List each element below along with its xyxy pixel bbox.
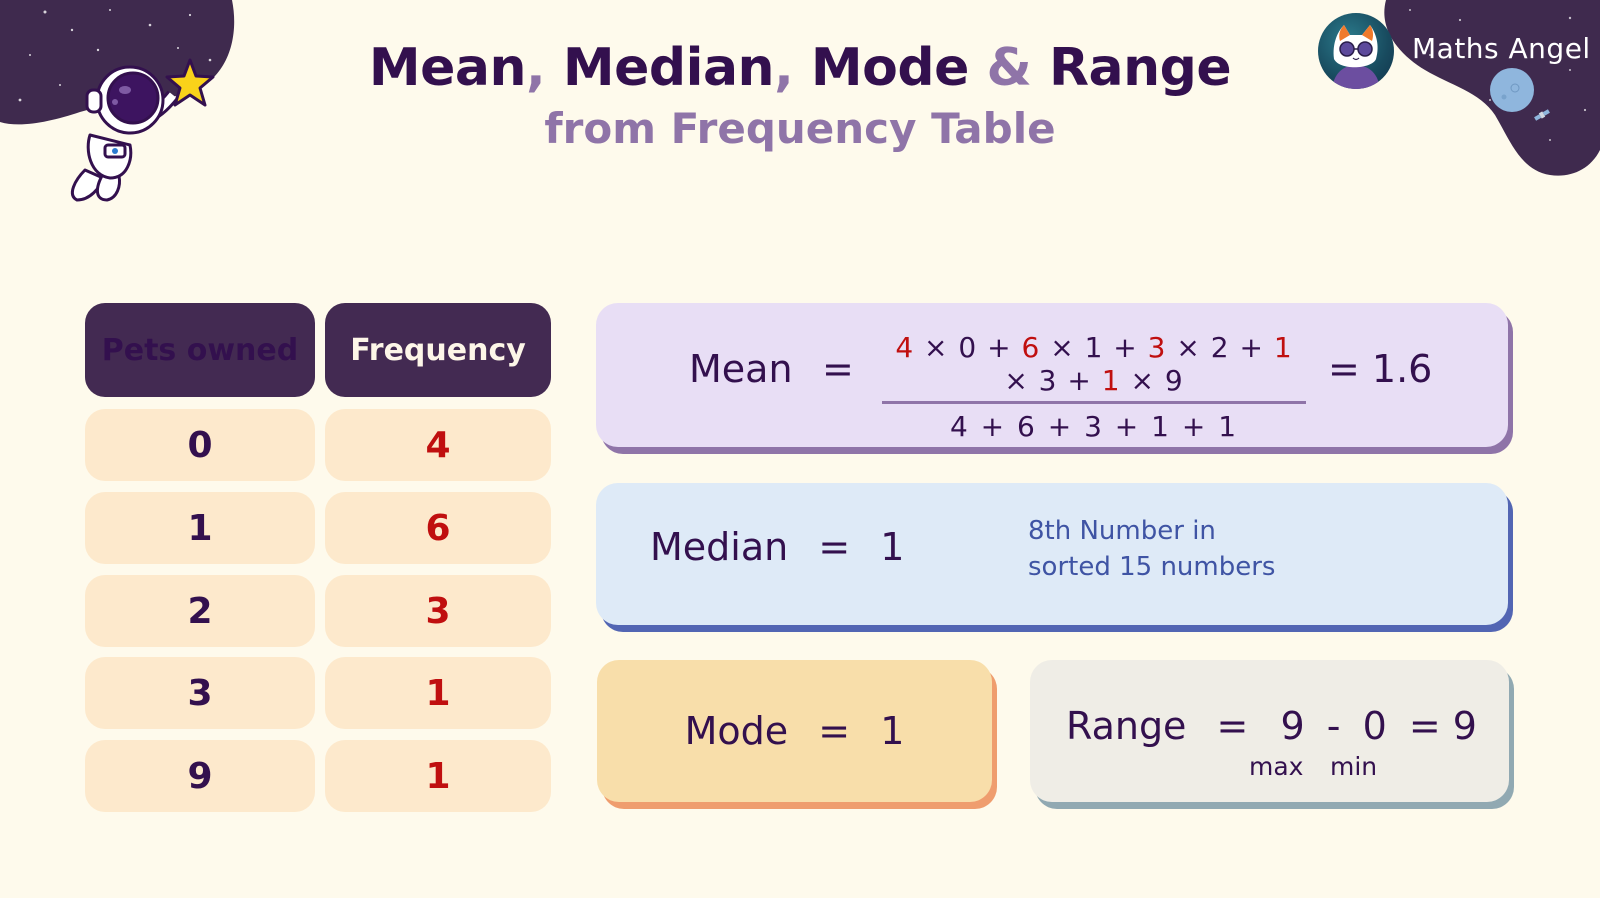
range-label: Range (1066, 704, 1187, 748)
mean-label: Mean (689, 347, 793, 391)
title-word: Mode (810, 38, 969, 98)
numerator-value: × 0 (914, 331, 978, 364)
median-expression: Median = 1 (650, 525, 904, 569)
brand-name: Maths Angel (1412, 32, 1591, 65)
median-note-line2: sorted 15 numbers (1028, 552, 1276, 582)
mean-denominator: 4 + 6 + 3 + 1 + 1 (949, 410, 1239, 443)
title-separator: , (774, 38, 811, 98)
table-cell-value: 9 (85, 740, 315, 812)
range-minus: - (1326, 704, 1341, 748)
table-cell-value: 3 (85, 657, 315, 729)
page-subtitle: from Frequency Table (544, 104, 1056, 153)
table-header-pets-owned: Pets owned (85, 303, 315, 397)
numerator-frequency: 1 (1101, 364, 1121, 397)
plus-sign: + (977, 331, 1022, 364)
numerator-frequency: 3 (1147, 331, 1167, 364)
numerator-value: × 1 (1040, 331, 1104, 364)
median-label: Median (650, 525, 789, 569)
range-result: = 9 (1408, 704, 1477, 748)
median-note-line1: 8th Number in (1028, 516, 1216, 546)
brand-avatar (1318, 13, 1394, 89)
numerator-frequency: 6 (1021, 331, 1041, 364)
numerator-frequency: 4 (895, 331, 915, 364)
mean-result: = 1.6 (1328, 347, 1433, 391)
mode-expression: Mode = 1 (685, 709, 905, 753)
mean-equals: = (822, 347, 854, 391)
table-cell-frequency: 6 (325, 492, 551, 564)
mean-numerator: 4 × 0 + 6 × 1 + 3 × 2 + 1 × 3 + 1 × 9 (882, 331, 1306, 397)
plus-sign: + (1229, 331, 1274, 364)
title-separator: , (526, 38, 563, 98)
range-equals: = (1216, 704, 1249, 748)
range-expression: Range = 9 - 0 = 9 (1066, 704, 1477, 748)
median-note: 8th Number in sorted 15 numbers (1028, 513, 1275, 585)
mode-label: Mode (684, 709, 789, 753)
title-word: Range (1048, 38, 1232, 98)
table-header-frequency: Frequency (325, 303, 551, 397)
mode-value: 1 (880, 709, 905, 753)
median-card: Median = 1 8th Number in sorted 15 numbe… (596, 483, 1508, 625)
mode-equals: = (818, 709, 851, 753)
mean-fraction: 4 × 0 + 6 × 1 + 3 × 2 + 1 × 3 + 1 × 9 4 … (882, 331, 1306, 443)
mean-card: Mean = 4 × 0 + 6 × 1 + 3 × 2 + 1 × 3 + 1… (596, 303, 1508, 447)
table-cell-frequency: 3 (325, 575, 551, 647)
mode-card: Mode = 1 (597, 660, 992, 802)
median-equals: = (818, 525, 851, 569)
fraction-bar (882, 401, 1306, 404)
numerator-value: × 9 (1120, 364, 1184, 397)
table-cell-value: 2 (85, 575, 315, 647)
range-card: Range = 9 - 0 = 9 max min (1030, 660, 1509, 802)
table-cell-value: 0 (85, 409, 315, 481)
range-max-label: max (1249, 752, 1304, 781)
cat-with-sunglasses-icon (1332, 25, 1380, 89)
title-word: Median (562, 38, 775, 98)
plus-sign: + (1103, 331, 1148, 364)
table-cell-value: 1 (85, 492, 315, 564)
numerator-frequency: 1 (1273, 331, 1293, 364)
title-separator: & (968, 38, 1049, 98)
range-max-value: 9 (1280, 704, 1305, 748)
table-cell-frequency: 1 (325, 657, 551, 729)
plus-sign: + (1057, 364, 1102, 397)
title-word: Mean (368, 38, 527, 98)
median-value: 1 (880, 525, 905, 569)
range-min-value: 0 (1362, 704, 1387, 748)
numerator-value: × 2 (1166, 331, 1230, 364)
range-min-label: min (1330, 752, 1378, 781)
table-cell-frequency: 4 (325, 409, 551, 481)
table-cell-frequency: 1 (325, 740, 551, 812)
numerator-value: × 3 (1004, 364, 1058, 397)
